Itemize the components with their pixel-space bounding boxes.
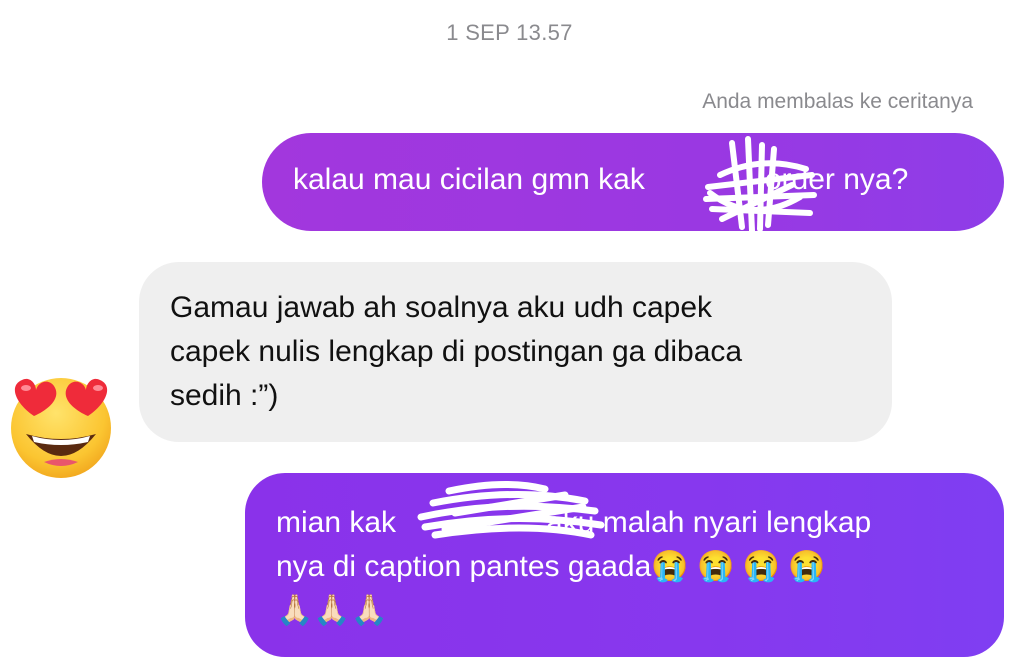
outgoing-message-bubble[interactable]: kalau mau cicilan gmn kak order nya?	[262, 133, 1004, 233]
incoming-message-bubble[interactable]: Gamau jawab ah soalnya aku udh capek cap…	[139, 262, 892, 442]
message-text: aku malah nyari lengkap	[546, 506, 872, 539]
outgoing-message-bubble[interactable]: mian kak aku malah nyari lengkap nya di c…	[245, 473, 1004, 657]
message-line: sedih :”)	[170, 379, 279, 412]
heart-eyes-emoji-icon[interactable]	[4, 368, 118, 482]
message-line: 🙏🏻🙏🏻🙏🏻	[276, 593, 389, 628]
message-text-end: order nya?	[764, 163, 909, 196]
message-timestamp: 1 SEP 13.57	[446, 20, 573, 45]
message-line: nya di caption pantes gaada😭 😭 😭 😭	[276, 550, 826, 583]
message-text: mian kak	[276, 506, 397, 539]
message-line: capek nulis lengkap di postingan ga diba…	[170, 335, 743, 368]
message-line: mian kak aku malah nyari lengkap	[276, 501, 974, 545]
message-text: kalau mau cicilan gmn kak	[293, 163, 645, 196]
chat-screen: 1 SEP 13.57 Anda membalas ke ceritanya k…	[0, 0, 1024, 666]
story-reply-note: Anda membalas ke ceritanya	[702, 90, 973, 113]
message-line: Gamau jawab ah soalnya aku udh capek	[170, 291, 713, 324]
